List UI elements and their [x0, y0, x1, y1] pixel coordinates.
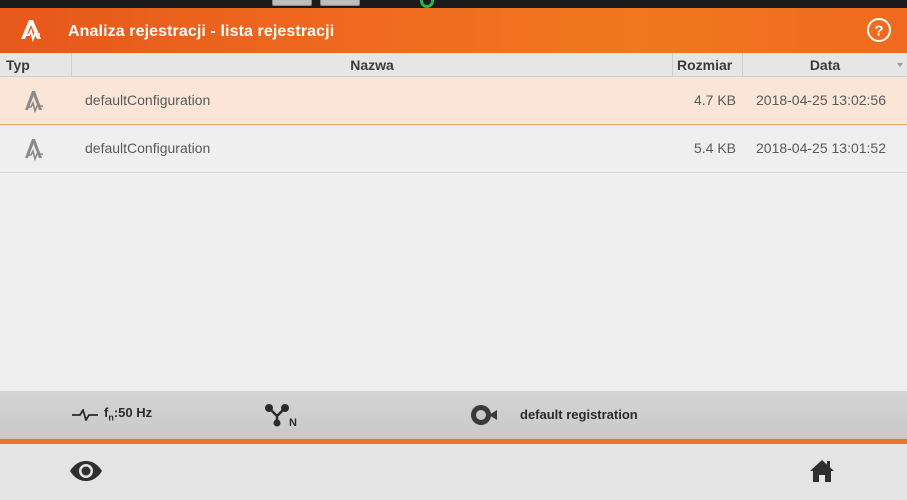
home-button[interactable]: [763, 444, 883, 500]
table-header: Typ Nazwa Rozmiar Data: [0, 53, 907, 77]
recording-wave-icon: [25, 139, 43, 162]
status-indicator-icon: [420, 0, 434, 8]
column-header-typ[interactable]: Typ: [0, 53, 72, 76]
recording-wave-icon: [25, 91, 43, 114]
svg-text:N: N: [289, 417, 297, 427]
home-icon: [810, 460, 834, 482]
eye-icon: [70, 461, 102, 481]
frequency-label: fn:50 Hz: [104, 404, 153, 423]
sort-descending-icon: [897, 63, 903, 67]
recording-size: 5.4 KB: [693, 140, 736, 156]
recording-date: 2018-04-25 13:01:52: [756, 140, 886, 156]
app-header: Analiza rejestracji - lista rejestracji …: [0, 8, 907, 53]
app-logo-icon: [21, 20, 41, 43]
svg-text:?: ?: [874, 23, 883, 40]
network-topology-icon: N: [265, 404, 297, 427]
bottom-toolbar: [0, 444, 907, 500]
recording-name: defaultConfiguration: [85, 140, 211, 156]
system-bar-strip: [0, 0, 907, 8]
view-button[interactable]: [40, 444, 160, 500]
registration-config-label: default registration: [520, 407, 638, 422]
system-bar-button: [320, 0, 360, 6]
page-title: Analiza rejestracji - lista rejestracji: [68, 23, 335, 40]
recording-size: 4.7 KB: [693, 92, 736, 108]
registration-gauge-icon: [471, 405, 497, 425]
table-row[interactable]: defaultConfiguration 5.4 KB 2018-04-25 1…: [0, 125, 907, 173]
column-header-rozmiar[interactable]: Rozmiar: [673, 53, 743, 76]
status-bar: fn:50 Hz N default registration: [0, 391, 907, 439]
help-icon[interactable]: ?: [866, 17, 892, 43]
waveform-icon: [72, 409, 98, 421]
column-header-data[interactable]: Data: [743, 53, 907, 76]
column-header-data-label: Data: [809, 57, 841, 73]
recording-name: defaultConfiguration: [85, 92, 211, 108]
table-row[interactable]: defaultConfiguration 4.7 KB 2018-04-25 1…: [0, 77, 907, 125]
frequency-indicator: fn:50 Hz: [72, 391, 152, 439]
recordings-list: defaultConfiguration 4.7 KB 2018-04-25 1…: [0, 77, 907, 173]
system-bar-button: [272, 0, 312, 6]
column-header-nazwa[interactable]: Nazwa: [72, 53, 673, 76]
recording-date: 2018-04-25 13:02:56: [756, 92, 886, 108]
